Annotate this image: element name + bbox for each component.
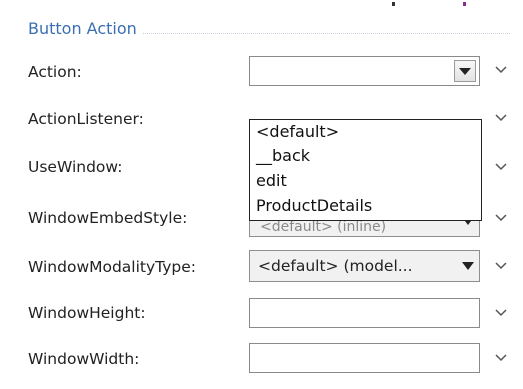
chevron-down-icon[interactable] — [494, 111, 508, 125]
usewindow-label: UseWindow: — [28, 158, 123, 176]
chevron-down-icon[interactable] — [494, 351, 508, 365]
dropdown-option-default[interactable]: <default> — [256, 122, 339, 141]
windowembedstyle-value: <default> (inline) — [260, 219, 387, 235]
chevron-down-icon[interactable] — [494, 211, 508, 225]
section-header: Button Action — [28, 19, 510, 41]
action-dropdown-button[interactable] — [454, 60, 476, 82]
action-dropdown-list: <default> __back edit ProductDetails — [249, 119, 482, 221]
windowheight-input[interactable] — [249, 298, 480, 328]
windowmodalitytype-value: <default> (model... — [258, 257, 413, 275]
action-label: Action: — [28, 63, 82, 81]
actionlistener-label: ActionListener: — [28, 110, 144, 128]
chevron-down-icon[interactable] — [494, 306, 508, 320]
dropdown-option-back[interactable]: __back — [256, 146, 310, 165]
top-mark — [463, 2, 466, 6]
dropdown-option-productdetails[interactable]: ProductDetails — [256, 196, 372, 215]
windowwidth-input[interactable] — [249, 343, 480, 373]
section-title: Button Action — [28, 19, 143, 38]
triangle-down-icon — [462, 262, 474, 271]
windowmodalitytype-select[interactable]: <default> (model... — [249, 250, 480, 282]
action-combobox[interactable] — [249, 56, 480, 86]
dropdown-option-edit[interactable]: edit — [256, 171, 287, 190]
top-mark — [392, 2, 395, 6]
windowheight-label: WindowHeight: — [28, 304, 146, 322]
chevron-down-icon[interactable] — [494, 259, 508, 273]
chevron-down-icon[interactable] — [494, 63, 508, 77]
windowmodalitytype-label: WindowModalityType: — [28, 258, 196, 276]
chevron-down-icon[interactable] — [494, 160, 508, 174]
windowwidth-label: WindowWidth: — [28, 350, 140, 368]
windowembedstyle-label: WindowEmbedStyle: — [28, 209, 188, 227]
